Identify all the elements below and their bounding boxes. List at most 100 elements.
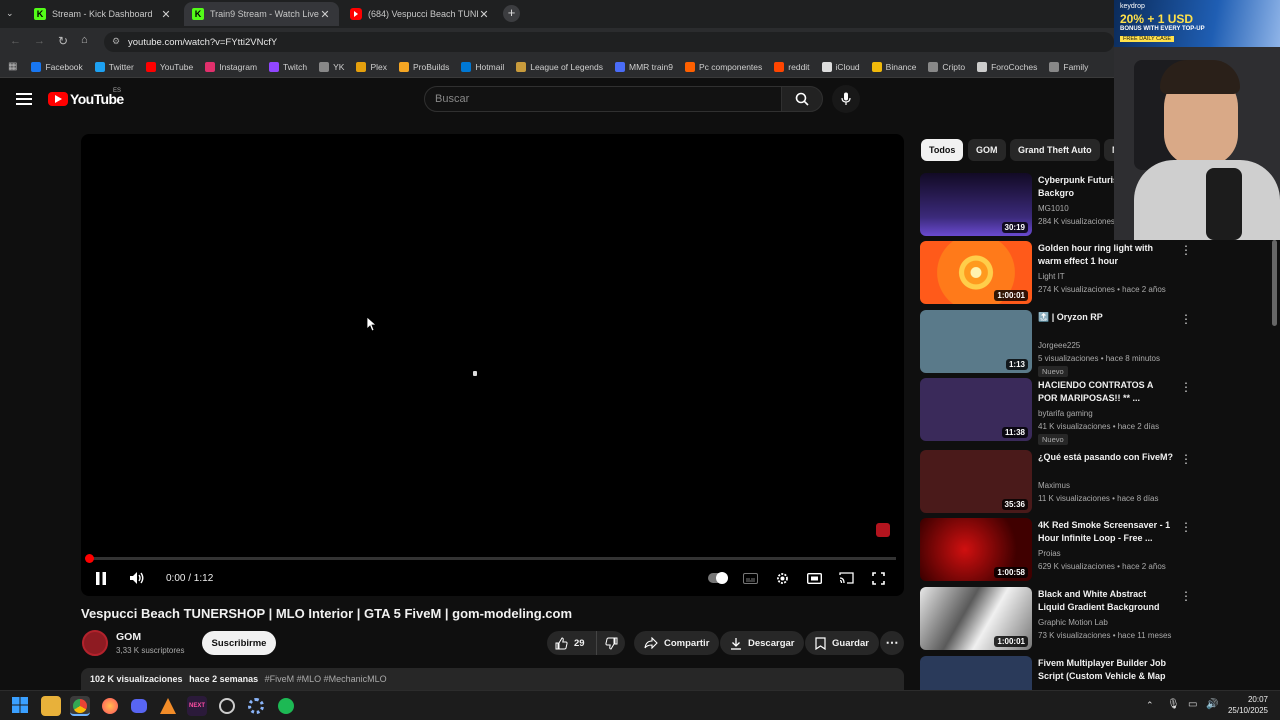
video-thumbnail[interactable]: 1:00:01 [920,587,1032,650]
autoplay-toggle[interactable] [707,571,729,585]
reload-icon[interactable]: ↻ [58,34,68,48]
recommendation-item[interactable]: 1:13 🔝 | Oryzon RP Jorgeee225 5 visualizaci… [920,310,1192,377]
tab-kick-stream[interactable]: K Train9 Stream - Watch Live on K ✕ [184,2,339,26]
more-vertical-icon[interactable]: ⋮ [1180,312,1192,326]
settings-app-icon[interactable] [246,696,266,716]
bookmark-yk[interactable]: YK [319,61,344,72]
bookmark-league-of-legends[interactable]: League of Legends [516,61,603,72]
video-title-link[interactable]: Fivem Multiplayer Builder Job Script (Cu… [1038,657,1174,684]
settings-button[interactable] [774,570,790,586]
channel-name[interactable]: GOM [116,631,141,643]
video-player[interactable]: 0:00 / 1:12 [81,134,904,596]
bookmark-hotmail[interactable]: Hotmail [461,61,504,72]
video-title-link[interactable]: HACIENDO CONTRATOS A POR MARIPOSAS!! ** … [1038,379,1174,405]
progress-scrubber[interactable] [85,554,94,563]
video-thumbnail[interactable]: 1:13 [920,310,1032,373]
omnibox[interactable]: ⚙ youtube.com/watch?v=FYtti2VNcfY [104,32,1114,52]
video-thumbnail[interactable]: 35:36 [920,450,1032,513]
search-input[interactable]: Buscar [424,86,782,112]
more-vertical-icon[interactable]: ⋮ [1180,452,1192,466]
bookmark-reddit[interactable]: reddit [774,61,810,72]
video-title-link[interactable]: ¿Qué está pasando con FiveM? [1038,451,1174,464]
new-tab-button[interactable]: + [503,5,520,22]
more-vertical-icon[interactable]: ⋮ [1180,243,1192,257]
tab-youtube-video[interactable]: (684) Vespucci Beach TUNERSH ✕ [342,2,498,26]
subtitles-button[interactable] [742,571,758,585]
bookmark-binance[interactable]: Binance [871,61,916,72]
bookmark-twitter[interactable]: Twitter [94,61,134,72]
chrome-icon[interactable] [70,696,90,716]
video-title-link[interactable]: 4K Red Smoke Screensaver - 1 Hour Infini… [1038,519,1174,545]
channel-name[interactable]: bytarifa gaming [1038,409,1093,418]
chip-todos[interactable]: Todos [921,139,964,161]
like-button[interactable]: 29 [547,631,597,655]
bookmark-mmr-train9[interactable]: MMR train9 [615,61,673,72]
more-vertical-icon[interactable]: ⋮ [1180,520,1192,534]
back-icon[interactable]: ← [10,35,21,47]
fullscreen-button[interactable] [870,571,886,585]
home-icon[interactable]: ⌂ [81,34,88,46]
dislike-button[interactable] [597,631,625,655]
channel-watermark-icon[interactable] [876,523,890,537]
recommendation-item[interactable]: 35:36 ¿Qué está pasando con FiveM? Maximus… [920,450,1192,514]
page-scrollbar[interactable] [1272,240,1277,326]
file-explorer-icon[interactable] [41,696,61,716]
video-thumbnail[interactable]: 1:00:58 [920,518,1032,581]
tab-close-icon[interactable]: ✕ [160,8,172,21]
site-info-icon[interactable]: ⚙ [112,36,120,47]
spotify-icon[interactable] [276,696,296,716]
more-vertical-icon[interactable]: ⋮ [1180,589,1192,603]
bookmark-family[interactable]: Family [1049,61,1088,72]
tab-list-chevron-icon[interactable]: ⌄ [6,8,14,19]
video-thumbnail[interactable]: 30:19 [920,173,1032,236]
cast-button[interactable] [838,571,854,585]
tray-mic-icon[interactable]: 🎙 [1167,699,1180,710]
bookmark-twitch[interactable]: Twitch [269,61,307,72]
apps-grid-icon[interactable]: ▦ [8,61,17,72]
discord-icon[interactable] [129,696,149,716]
tab-kick-dashboard[interactable]: K Stream - Kick Dashboard ✕ [26,2,180,26]
video-title-link[interactable]: Golden hour ring light with warm effect … [1038,242,1174,268]
app-a-icon[interactable] [158,696,178,716]
progress-bar[interactable] [89,557,896,560]
bookmark-pc-componentes[interactable]: Pc componentes [684,61,762,72]
video-thumbnail[interactable]: 11:38 [920,378,1032,441]
tab-close-icon[interactable]: ✕ [478,8,490,21]
video-thumbnail[interactable]: 1:00:01 [920,241,1032,304]
subscribe-button[interactable]: Suscribirme [202,631,276,655]
bookmark-cripto[interactable]: Cripto [928,61,965,72]
firefox-icon[interactable] [100,696,120,716]
bookmark-icloud[interactable]: iCloud [821,61,860,72]
clock-date[interactable]: 25/10/2025 [1226,706,1268,715]
channel-avatar[interactable] [82,630,108,656]
network-icon[interactable]: ▭ [1188,699,1197,710]
volume-button[interactable] [128,570,146,586]
recommendation-item[interactable]: 1:00:01 Black and White Abstract Liquid G… [920,587,1192,651]
description-box[interactable]: 102 K visualizaciones hace 2 semanas #Fi… [81,668,904,690]
channel-name[interactable]: Maximus [1038,481,1070,490]
tab-close-icon[interactable]: ✕ [319,8,331,21]
next-app-icon[interactable]: NEXT [187,696,207,716]
channel-name[interactable]: Light IT [1038,272,1065,281]
bookmark-probuilds[interactable]: ProBuilds [399,61,449,72]
more-actions-button[interactable]: ⋯ [880,631,904,655]
more-vertical-icon[interactable]: ⋮ [1180,380,1192,394]
forward-icon[interactable]: → [34,35,45,47]
video-title-link[interactable]: 🔝 | Oryzon RP [1038,311,1174,324]
recommendation-item[interactable]: 1:00:58 4K Red Smoke Screensaver - 1 Hour… [920,518,1192,582]
speaker-icon[interactable]: 🔊 [1206,699,1218,710]
download-button[interactable]: Descargar [720,631,805,655]
chip-gom[interactable]: GOM [968,139,1006,161]
channel-name[interactable]: Jorgeee225 [1038,341,1080,350]
bookmark-youtube[interactable]: YouTube [145,61,193,72]
save-button[interactable]: Guardar [805,631,879,655]
bookmark-instagram[interactable]: Instagram [205,61,257,72]
clock-time[interactable]: 20:07 [1226,695,1268,704]
video-title-link[interactable]: Black and White Abstract Liquid Gradient… [1038,588,1174,615]
recommendation-item[interactable]: 11:38 HACIENDO CONTRATOS A POR MARIPOSAS!… [920,378,1192,445]
channel-name[interactable]: Proias [1038,549,1061,558]
chip-grand-theft-auto[interactable]: Grand Theft Auto [1010,139,1100,161]
pause-button[interactable] [93,570,109,586]
obs-icon[interactable] [217,696,237,716]
channel-name[interactable]: MG1010 [1038,204,1069,213]
